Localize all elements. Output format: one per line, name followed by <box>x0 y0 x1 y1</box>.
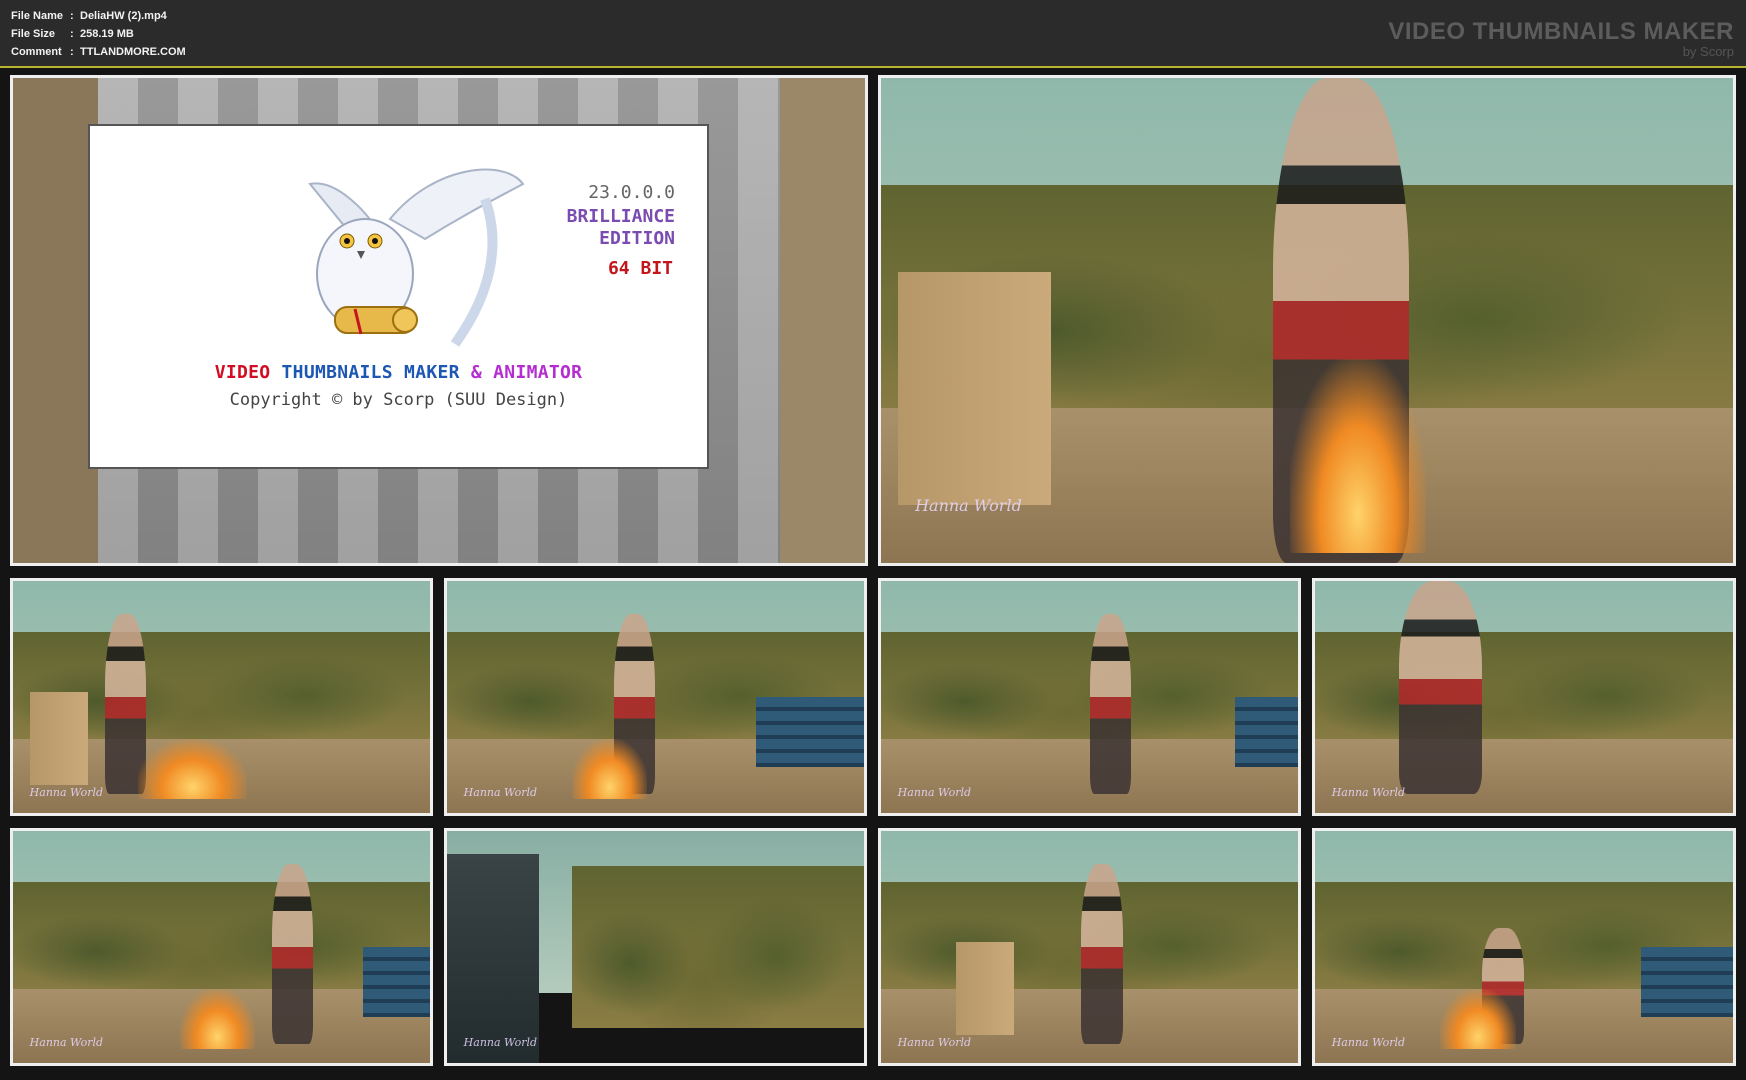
info-header: File Name : DeliaHW (2).mp4 File Size : … <box>0 0 1746 68</box>
figure <box>1398 581 1483 795</box>
brand-subtitle: by Scorp <box>1682 44 1734 59</box>
thumbnail-6[interactable]: Hanna World <box>1312 578 1736 816</box>
version-number: 23.0.0.0 <box>588 182 675 203</box>
video-frame: Hanna World <box>1315 831 1733 1063</box>
video-frame: Hanna World <box>13 831 430 1063</box>
app-title: VIDEO THUMBNAILS MAKER & ANIMATOR <box>90 362 707 383</box>
wooden-board <box>898 272 1052 505</box>
thumbnail-large-2[interactable]: Hanna World <box>878 75 1736 566</box>
watermark-logo: Hanna World <box>463 786 538 800</box>
copyright-text: Copyright © by Scorp (SUU Design) <box>229 390 568 410</box>
watermark-logo: Hanna World <box>29 1036 104 1050</box>
thumbnail-9[interactable]: Hanna World <box>878 828 1301 1066</box>
edition-label: BRILLIANCE EDITION <box>567 206 675 250</box>
file-size-label: File Size <box>11 28 56 40</box>
watermark-logo: Hanna World <box>1331 1036 1406 1050</box>
separator: : <box>70 46 74 58</box>
watermark-logo: Hanna World <box>915 495 1022 515</box>
edition-line-1: BRILLIANCE <box>566 206 675 227</box>
thumbnail-splash[interactable]: 23.0.0.0 BRILLIANCE EDITION 64 BIT VIDEO… <box>10 75 868 566</box>
app-title-part-1: VIDEO <box>214 362 271 383</box>
thumbnail-10[interactable]: Hanna World <box>1312 828 1736 1066</box>
video-frame: Hanna World <box>447 831 864 1063</box>
figure <box>271 863 314 1045</box>
app-title-part-2: THUMBNAILS MAKER <box>281 362 460 383</box>
fire <box>1440 988 1516 1050</box>
figure <box>1081 863 1123 1045</box>
ground <box>1315 738 1733 813</box>
owl-logo-icon <box>308 168 525 347</box>
file-metadata: File Name : DeliaHW (2).mp4 File Size : … <box>11 7 186 61</box>
file-size-row: File Size : 258.19 MB <box>11 25 186 43</box>
brand-title: VIDEO THUMBNAILS MAKER <box>1388 18 1734 45</box>
video-frame: Hanna World <box>13 581 430 813</box>
fence <box>1235 697 1298 767</box>
thumbnail-grid: 23.0.0.0 BRILLIANCE EDITION 64 BIT VIDEO… <box>0 68 1746 1080</box>
fire <box>572 738 648 800</box>
wooden-board <box>956 942 1015 1036</box>
fence <box>755 697 864 767</box>
comment-value: TTLANDMORE.COM <box>80 46 186 58</box>
watermark-logo: Hanna World <box>463 1036 538 1050</box>
bitness-label: 64 BIT <box>607 258 673 279</box>
watermark-logo: Hanna World <box>29 786 104 800</box>
video-frame: Hanna World <box>447 581 864 813</box>
thumbnail-4[interactable]: Hanna World <box>444 578 867 816</box>
file-size-value: 258.19 MB <box>80 28 134 40</box>
fire <box>138 738 247 800</box>
watermark-logo: Hanna World <box>897 786 972 800</box>
video-frame: Hanna World <box>1315 581 1733 813</box>
thumbnail-3[interactable]: Hanna World <box>10 578 433 816</box>
fire <box>179 988 255 1050</box>
file-name-value: DeliaHW (2).mp4 <box>80 10 167 22</box>
fire <box>1289 359 1427 554</box>
thumbnail-7[interactable]: Hanna World <box>10 828 433 1066</box>
file-name-row: File Name : DeliaHW (2).mp4 <box>11 7 186 25</box>
video-frame: Hanna World <box>881 581 1298 813</box>
fence <box>1641 947 1733 1017</box>
figure <box>1089 613 1132 795</box>
brand-logo: VIDEO THUMBNAILS MAKER by Scorp <box>1388 18 1734 59</box>
thumbnail-8[interactable]: Hanna World <box>444 828 867 1066</box>
bushes <box>1315 632 1733 749</box>
splash-panel: 23.0.0.0 BRILLIANCE EDITION 64 BIT VIDEO… <box>88 124 709 469</box>
separator: : <box>70 10 74 22</box>
video-frame: Hanna World <box>881 78 1733 563</box>
thumbnail-5[interactable]: Hanna World <box>878 578 1301 816</box>
app-title-part-3: & ANIMATOR <box>470 362 583 383</box>
video-frame: Hanna World <box>881 831 1298 1063</box>
watermark-logo: Hanna World <box>1331 786 1406 800</box>
file-name-label: File Name <box>11 10 63 22</box>
watermark-logo: Hanna World <box>897 1036 972 1050</box>
wooden-board <box>29 692 89 786</box>
separator: : <box>70 28 74 40</box>
fence <box>363 947 430 1017</box>
tree <box>572 865 864 1029</box>
edition-line-2: EDITION <box>599 228 675 249</box>
comment-row: Comment : TTLANDMORE.COM <box>11 43 186 61</box>
vehicle-silhouette <box>447 854 539 1063</box>
comment-label: Comment <box>11 46 62 58</box>
